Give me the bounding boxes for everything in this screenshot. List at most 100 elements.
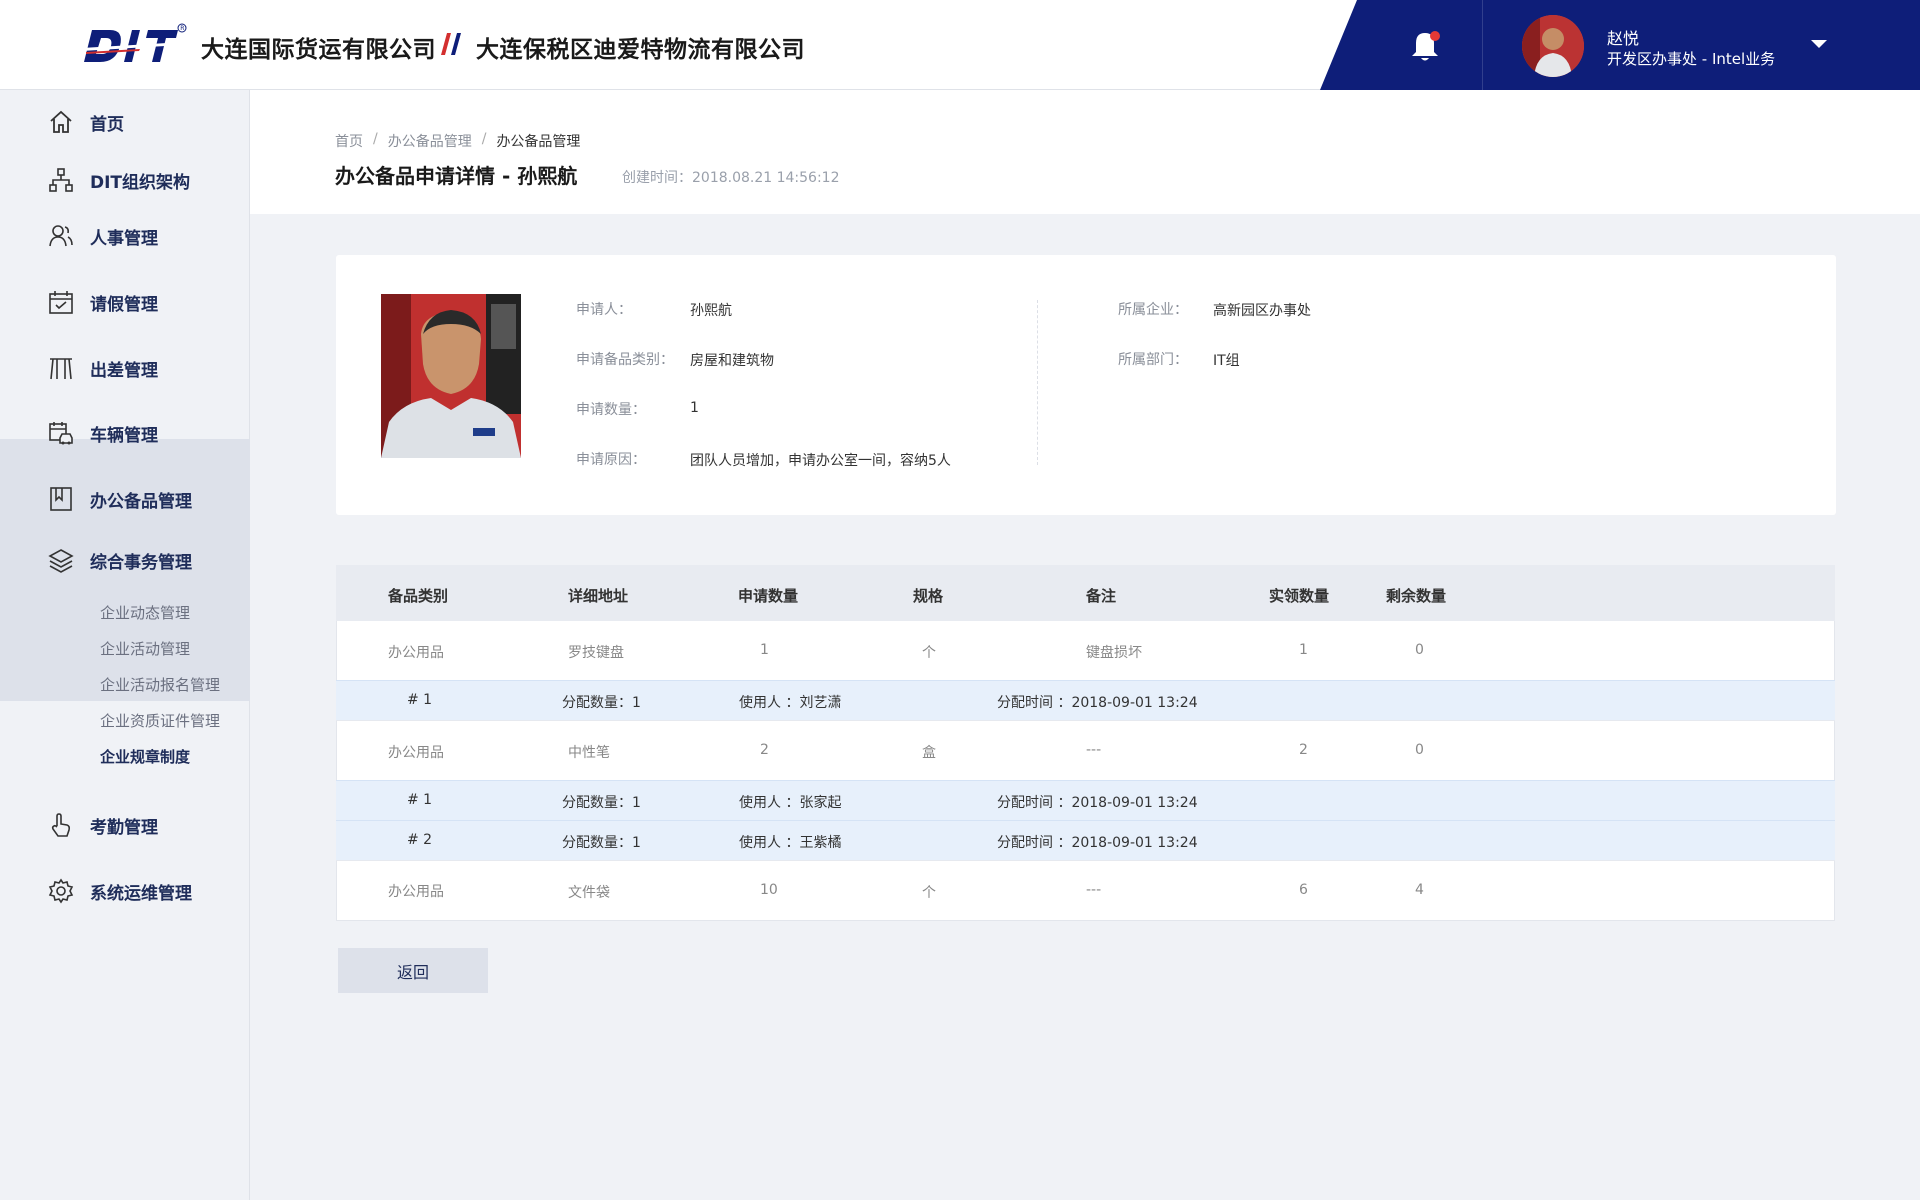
sidebar-item-leave[interactable]: 请假管理	[0, 277, 250, 327]
allocation-user: 使用人 ：张家起	[739, 795, 842, 811]
breadcrumb-section[interactable]: 办公备品管理	[388, 131, 472, 151]
table-cell-spec: 盒	[922, 745, 936, 761]
applicant-photo	[381, 294, 521, 458]
breadcrumb-separator: /	[373, 131, 378, 147]
company-label: 所属企业：	[1118, 302, 1188, 318]
hand-icon	[51, 813, 71, 837]
column-header-received: 实领数量	[1269, 587, 1330, 605]
page-header	[250, 90, 1920, 214]
sidebar-subitem-certificates[interactable]: 企业资质证件管理	[100, 710, 220, 731]
table-cell-received: 6	[1299, 882, 1308, 898]
reason-label: 申请原因：	[576, 452, 646, 468]
org-chart-icon	[49, 168, 73, 192]
header-divider	[1482, 0, 1483, 90]
calendar-icon	[49, 291, 73, 314]
sidebar-label: 出差管理	[90, 360, 158, 381]
table-cell-remaining: 0	[1415, 742, 1424, 758]
allocation-time: 分配时间 ：2018-09-01 13:24	[997, 795, 1198, 811]
table-cell-address: 中性笔	[568, 745, 610, 761]
car-icon	[49, 422, 73, 445]
sidebar-subitem-activities[interactable]: 企业活动管理	[100, 638, 190, 659]
table-cell-spec: 个	[922, 645, 936, 661]
allocation-user: 使用人 ：王紫橘	[739, 835, 842, 851]
allocation-time: 分配时间 ：2018-09-01 13:24	[997, 835, 1198, 851]
applicant-label: 申请人：	[576, 302, 632, 318]
allocation-no: # 2	[407, 832, 433, 848]
breadcrumb-home[interactable]: 首页	[335, 131, 363, 151]
caret-down-icon[interactable]	[1810, 38, 1828, 50]
quantity-value: 1	[690, 400, 699, 416]
table-cell-received: 2	[1299, 742, 1308, 758]
allocation-count: 分配数量：1	[562, 795, 641, 811]
category-label: 申请备品类别：	[576, 352, 674, 368]
sidebar-item-vehicle[interactable]: 车辆管理	[0, 408, 250, 458]
layers-icon	[48, 549, 74, 573]
gear-icon	[48, 878, 74, 904]
allocation-count: 分配数量：1	[562, 695, 641, 711]
sidebar-item-trip[interactable]: 出差管理	[0, 343, 250, 393]
user-avatar[interactable]	[1522, 15, 1584, 77]
company-value: 高新园区办事处	[1213, 303, 1311, 319]
row-divider	[336, 860, 1835, 861]
allocation-no: # 1	[407, 692, 433, 708]
applicant-value: 孙熙航	[690, 303, 732, 319]
sidebar-label: 考勤管理	[90, 817, 158, 838]
sidebar-item-home[interactable]: 首页	[0, 97, 250, 147]
company-name-2: 大连保税区迪爱特物流有限公司	[476, 37, 805, 63]
sidebar-label: 车辆管理	[90, 425, 158, 446]
sidebar-label: DIT组织架构	[90, 172, 191, 193]
allocation-user: 使用人 ：刘艺潇	[739, 695, 842, 711]
sidebar-label: 请假管理	[90, 294, 158, 315]
table-cell-note: ---	[1086, 742, 1102, 758]
reason-value: 团队人员增加，申请办公室一间，容纳5人	[690, 453, 951, 469]
sidebar-item-supplies[interactable]: 办公备品管理	[0, 474, 250, 524]
sidebar-subitem-news[interactable]: 企业动态管理	[100, 602, 190, 623]
column-header-spec: 规格	[913, 587, 944, 605]
sidebar-item-org[interactable]: DIT组织架构	[0, 155, 250, 205]
table-cell-category: 办公用品	[388, 645, 444, 661]
table-cell-qty: 1	[760, 642, 769, 658]
applicant-info-card	[336, 255, 1836, 515]
table-cell-note: ---	[1086, 882, 1102, 898]
allocation-time: 分配时间 ：2018-09-01 13:24	[997, 695, 1198, 711]
page-title: 办公备品申请详情 - 孙熙航	[335, 164, 578, 188]
gate-icon	[50, 358, 72, 380]
breadcrumb-current: 办公备品管理	[496, 134, 581, 150]
allocation-count: 分配数量：1	[562, 835, 641, 851]
sidebar-label: 办公备品管理	[90, 491, 192, 512]
allocation-no: # 1	[407, 792, 433, 808]
quantity-label: 申请数量：	[576, 402, 646, 418]
department-label: 所属部门：	[1118, 352, 1188, 368]
table-cell-spec: 个	[922, 885, 936, 901]
user-department: 开发区办事处 - Intel业务	[1607, 50, 1776, 68]
sidebar-item-hr[interactable]: 人事管理	[0, 211, 250, 261]
sidebar-subitem-rules[interactable]: 企业规章制度	[100, 746, 190, 767]
info-divider	[1037, 300, 1038, 465]
sidebar-item-affairs[interactable]: 综合事务管理	[0, 535, 250, 585]
sidebar-item-ops[interactable]: 系统运维管理	[0, 866, 250, 916]
back-button[interactable]: 返回	[338, 948, 488, 993]
table-cell-received: 1	[1299, 642, 1308, 658]
table-cell-address: 罗技键盘	[568, 645, 624, 661]
bookmark-icon	[50, 487, 72, 511]
column-header-category: 备品类别	[388, 587, 449, 605]
sidebar-item-attendance[interactable]: 考勤管理	[0, 800, 250, 850]
column-header-qty: 申请数量	[738, 587, 799, 605]
company-name-1: 大连国际货运有限公司	[201, 37, 436, 63]
notification-bell-icon[interactable]	[1409, 30, 1441, 64]
user-name: 赵悦	[1607, 29, 1640, 48]
table-cell-qty: 2	[760, 742, 769, 758]
table-cell-category: 办公用品	[388, 745, 444, 761]
table-cell-remaining: 4	[1415, 882, 1424, 898]
breadcrumb-separator: /	[481, 131, 487, 147]
column-header-address: 详细地址	[568, 587, 629, 605]
table-cell-address: 文件袋	[568, 885, 610, 901]
column-header-note: 备注	[1086, 587, 1117, 605]
people-icon	[49, 225, 73, 247]
separator-slashes-icon	[441, 33, 461, 55]
registered-mark: R	[180, 25, 184, 32]
column-header-remaining: 剩余数量	[1386, 587, 1447, 605]
dit-logo: R	[82, 23, 187, 62]
breadcrumb: 首页 / 办公备品管理 / 办公备品管理	[335, 131, 580, 151]
sidebar-subitem-signup[interactable]: 企业活动报名管理	[100, 674, 220, 695]
